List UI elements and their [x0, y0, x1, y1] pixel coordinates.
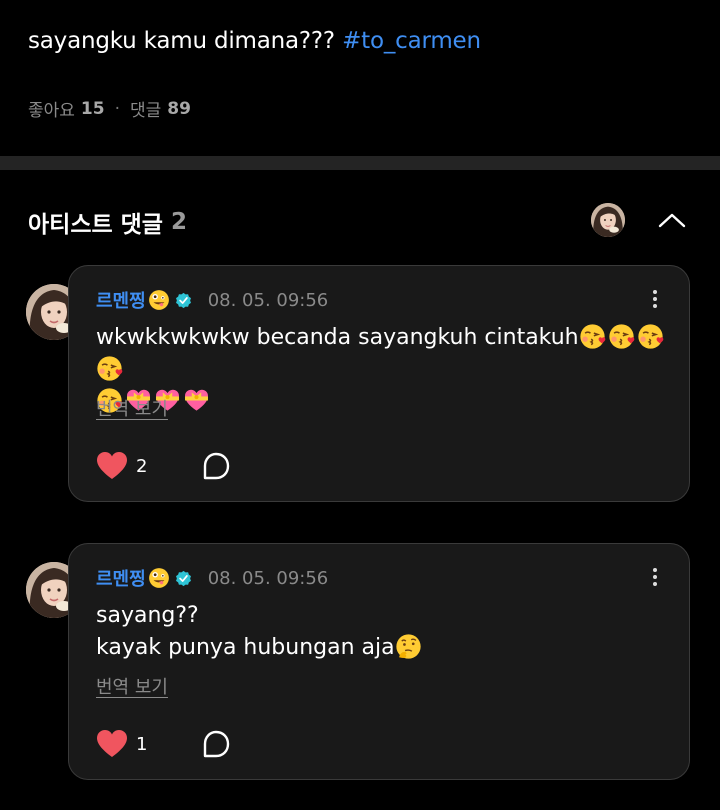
- translate-link[interactable]: 번역 보기: [96, 395, 168, 421]
- chevron-up-icon: [658, 213, 686, 228]
- comment-actions: 2: [96, 451, 230, 481]
- comments-count[interactable]: 89: [167, 99, 191, 119]
- section-divider: [0, 156, 720, 170]
- zany-face-emoji: [148, 289, 170, 311]
- heart-icon[interactable]: [96, 451, 128, 481]
- verified-badge-icon: [175, 292, 192, 309]
- more-icon-dot: [653, 297, 657, 301]
- thinking-face-emoji: [395, 633, 422, 660]
- author-name[interactable]: 르멘찡: [96, 565, 146, 591]
- kissing-heart-emoji: [637, 323, 664, 350]
- artist-comments-header: 아티스트 댓글 2: [28, 205, 187, 239]
- likes-count: 15: [80, 98, 105, 119]
- reply-bubble-icon[interactable]: [202, 452, 230, 480]
- heart-with-ribbon-emoji: [183, 387, 210, 414]
- artist-comments-title: 아티스트 댓글: [28, 212, 163, 238]
- comment-card: 르멘찡 08. 05. 09:56 wkwkkwkwkw becanda say…: [68, 265, 690, 502]
- verified-badge-icon: [175, 570, 192, 587]
- comment-text-line1: sayang??: [96, 603, 199, 628]
- comment-body: wkwkkwkwkw becanda sayangkuh cintakuh: [96, 322, 676, 418]
- comments-label[interactable]: 댓글: [130, 96, 161, 121]
- comment-card: 르멘찡 08. 05. 09:56 sayang?? kayak punya h…: [68, 543, 690, 780]
- comment-date: 08. 05. 09:56: [207, 289, 329, 311]
- more-icon-dot: [653, 304, 657, 308]
- hashtag-link[interactable]: #to_carmen: [342, 28, 481, 54]
- kissing-heart-emoji: [579, 323, 606, 350]
- reply-bubble-icon[interactable]: [202, 730, 230, 758]
- post-text: sayangku kamu dimana??? #to_carmen: [28, 28, 481, 54]
- heart-icon[interactable]: [96, 729, 128, 759]
- more-options-button[interactable]: [643, 565, 667, 589]
- comment-date: 08. 05. 09:56: [207, 567, 329, 589]
- author-name[interactable]: 르멘찡: [96, 287, 146, 313]
- like-count: 2: [136, 455, 148, 477]
- more-options-button[interactable]: [643, 287, 667, 311]
- like-count: 1: [136, 733, 148, 755]
- kissing-heart-emoji: [608, 323, 635, 350]
- collapse-button[interactable]: [656, 206, 688, 234]
- more-icon-dot: [653, 575, 657, 579]
- stats-separator: ·: [114, 98, 120, 119]
- comment-text-line2: kayak punya hubungan aja: [96, 635, 395, 660]
- post-caption: sayangku kamu dimana???: [28, 28, 343, 54]
- more-icon-dot: [653, 568, 657, 572]
- translate-link[interactable]: 번역 보기: [96, 673, 168, 699]
- more-icon-dot: [653, 290, 657, 294]
- comment-body: sayang?? kayak punya hubungan aja: [96, 600, 676, 664]
- artist-comments-count: 2: [170, 209, 187, 235]
- comment-text: wkwkkwkwkw becanda sayangkuh cintakuh: [96, 325, 579, 350]
- comment-actions: 1: [96, 729, 230, 759]
- kissing-heart-emoji: [96, 355, 123, 382]
- likes-label: 좋아요: [28, 101, 75, 121]
- comment-author-row: 르멘찡 08. 05. 09:56: [96, 565, 328, 591]
- comment-author-row: 르멘찡 08. 05. 09:56: [96, 287, 328, 313]
- zany-face-emoji: [148, 567, 170, 589]
- post-stats: 좋아요 15 · 댓글 89: [28, 96, 191, 122]
- artist-avatar[interactable]: [591, 203, 625, 237]
- more-icon-dot: [653, 582, 657, 586]
